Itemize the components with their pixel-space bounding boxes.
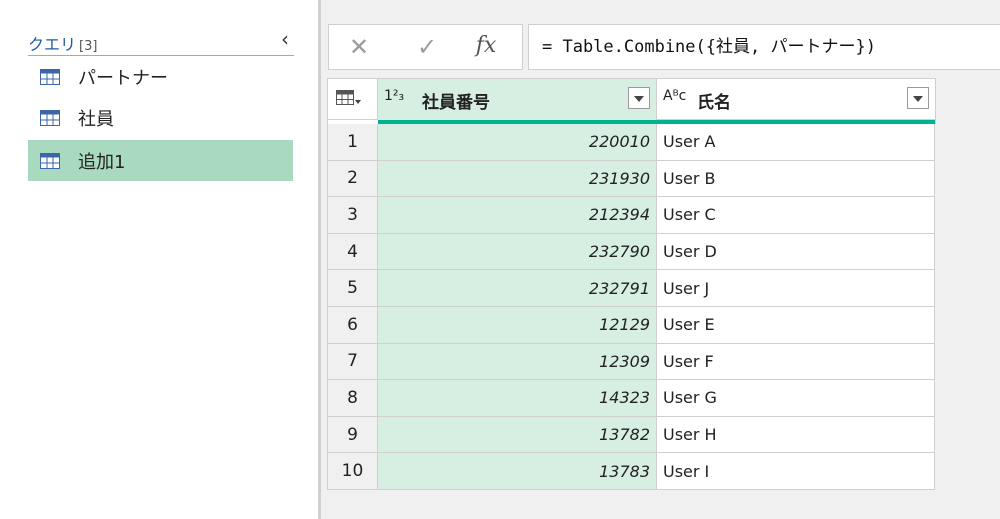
table-row: 3 212394 User C (327, 197, 936, 234)
row-number[interactable]: 1 (328, 124, 378, 161)
row-number[interactable]: 4 (328, 233, 378, 271)
number-type-icon[interactable]: 1²₃ (384, 88, 404, 104)
row-number[interactable]: 3 (328, 197, 378, 234)
query-item-partner[interactable]: パートナー (28, 58, 293, 96)
filter-dropdown-button[interactable] (628, 87, 650, 109)
row-number[interactable]: 9 (328, 416, 378, 454)
fx-icon[interactable]: fx (471, 33, 501, 58)
cell-name[interactable]: User J (657, 270, 935, 307)
main-area: ✕ ✓ fx = Table.Combine({社員, パートナー}) 1²₃ … (321, 0, 1000, 519)
text-type-icon[interactable]: Aᴮc (663, 88, 686, 104)
table-row: 10 13783 User I (327, 453, 936, 490)
cell-employee-id[interactable]: 14323 (378, 380, 657, 417)
query-item-label: 社員 (78, 109, 114, 130)
row-number[interactable]: 5 (328, 270, 378, 307)
cell-name[interactable]: User B (657, 160, 935, 198)
cell-name[interactable]: User D (657, 233, 935, 271)
table-row: 2 231930 User B (327, 160, 936, 198)
collapse-pane-button[interactable]: ‹ (274, 28, 296, 52)
query-item-label: パートナー (78, 68, 168, 89)
table-row: 9 13782 User H (327, 416, 936, 454)
queries-header: クエリ [3] ‹ (28, 28, 294, 56)
filter-dropdown-button[interactable] (907, 87, 929, 109)
table-row: 5 232791 User J (327, 270, 936, 307)
cell-name[interactable]: User I (657, 453, 935, 490)
column-title: 氏名 (697, 93, 731, 113)
cell-employee-id[interactable]: 12129 (378, 306, 657, 344)
cell-name[interactable]: User E (657, 306, 935, 344)
cell-employee-id[interactable]: 231930 (378, 160, 657, 198)
cell-name[interactable]: User G (657, 380, 935, 417)
table-row: 4 232790 User D (327, 233, 936, 271)
table-icon (40, 110, 60, 126)
data-grid: 1²₃ 社員番号 Aᴮc 氏名 1 220010 User A 2 231930 User… (327, 78, 936, 490)
formula-controls: ✕ ✓ fx (328, 24, 523, 70)
formula-input[interactable]: = Table.Combine({社員, パートナー}) (528, 24, 1000, 70)
row-number[interactable]: 7 (328, 343, 378, 381)
queries-pane: クエリ [3] ‹ パートナー 社員 追加1 (0, 0, 318, 519)
queries-title: クエリ [3] (28, 35, 98, 54)
cancel-icon[interactable]: ✕ (344, 33, 374, 61)
table-row: 8 14323 User G (327, 380, 936, 417)
cell-employee-id[interactable]: 212394 (378, 197, 657, 234)
cell-employee-id[interactable]: 12309 (378, 343, 657, 381)
table-icon (40, 152, 60, 169)
column-title: 社員番号 (422, 93, 490, 113)
table-row: 6 12129 User E (327, 306, 936, 344)
row-number[interactable]: 10 (328, 453, 378, 490)
row-number[interactable]: 6 (328, 306, 378, 344)
cell-name[interactable]: User C (657, 197, 935, 234)
table-row: 7 12309 User F (327, 343, 936, 381)
table-row: 1 220010 User A (327, 124, 936, 161)
grid-body: 1 220010 User A 2 231930 User B 3 212394 User C4… (327, 124, 936, 490)
table-menu-icon (336, 90, 361, 105)
row-number[interactable]: 8 (328, 380, 378, 417)
cell-employee-id[interactable]: 232790 (378, 233, 657, 271)
cell-employee-id[interactable]: 13783 (378, 453, 657, 490)
confirm-icon[interactable]: ✓ (412, 33, 442, 61)
column-header-name[interactable]: Aᴮc 氏名 (657, 79, 935, 120)
cell-name[interactable]: User F (657, 343, 935, 381)
query-item-append1[interactable]: 追加1 (28, 140, 293, 181)
table-icon (40, 69, 60, 85)
cell-employee-id[interactable]: 232791 (378, 270, 657, 307)
cell-name[interactable]: User A (657, 124, 935, 161)
query-item-label: 追加1 (78, 151, 126, 173)
cell-employee-id[interactable]: 220010 (378, 124, 657, 161)
formula-bar: ✕ ✓ fx = Table.Combine({社員, パートナー}) (328, 24, 1000, 70)
queries-count: [3] (79, 39, 98, 54)
column-header-employee-id[interactable]: 1²₃ 社員番号 (378, 79, 657, 120)
row-number[interactable]: 2 (328, 160, 378, 198)
query-item-employees[interactable]: 社員 (28, 99, 293, 137)
cell-employee-id[interactable]: 13782 (378, 416, 657, 454)
cell-name[interactable]: User H (657, 416, 935, 454)
grid-header: 1²₃ 社員番号 Aᴮc 氏名 (327, 78, 936, 125)
table-menu-button[interactable] (328, 79, 378, 120)
